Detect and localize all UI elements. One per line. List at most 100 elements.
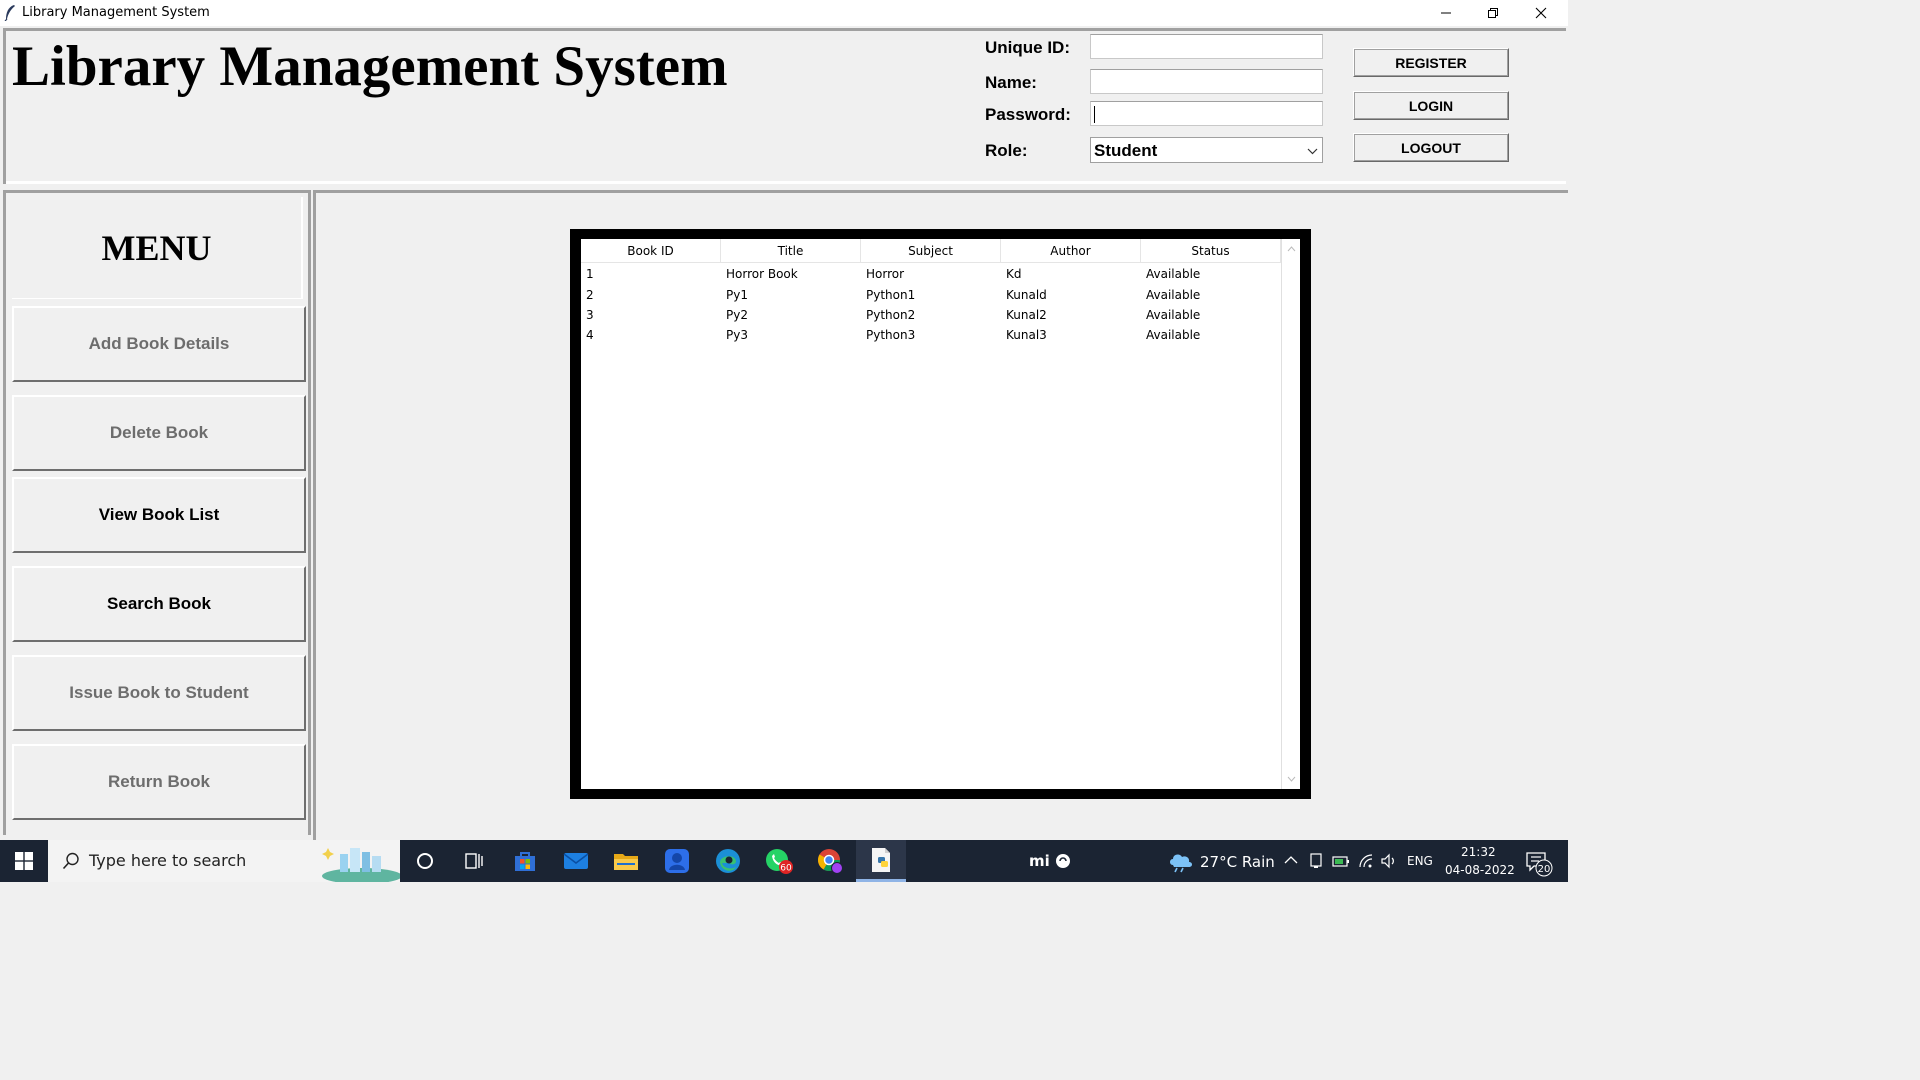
column-header-status[interactable]: Status: [1141, 239, 1281, 263]
start-button[interactable]: [0, 840, 48, 882]
notification-center-icon[interactable]: 20: [1525, 851, 1553, 877]
book-table[interactable]: Book ID Title Subject Author Status 1 Ho…: [581, 239, 1300, 789]
cell-status: Available: [1146, 328, 1201, 342]
cell-author: Kd: [1006, 267, 1022, 281]
python-app-button[interactable]: [856, 840, 906, 882]
sync-tray-icon[interactable]: [1055, 853, 1071, 869]
table-row[interactable]: 1 Horror Book Horror Kd Available: [581, 264, 1281, 284]
search-book-button[interactable]: Search Book: [12, 566, 306, 642]
weather-text[interactable]: 27°C Rain: [1200, 853, 1275, 871]
menu-panel: MENU Add Book Details Delete Book View B…: [3, 190, 311, 835]
python-document-icon: [872, 847, 890, 872]
speaker-icon[interactable]: [1380, 853, 1398, 869]
battery-icon[interactable]: [1332, 854, 1350, 868]
name-input[interactable]: [1090, 69, 1323, 94]
cell-status: Available: [1146, 288, 1201, 302]
add-book-details-button[interactable]: Add Book Details: [12, 306, 306, 382]
column-header-author[interactable]: Author: [1001, 239, 1141, 263]
notification-count: 20: [1538, 864, 1551, 875]
table-row[interactable]: 3 Py2 Python2 Kunal2 Available: [581, 305, 1281, 325]
weather-rain-icon[interactable]: [1168, 851, 1194, 873]
feather-app-icon: [4, 5, 15, 21]
role-selected-value: Student: [1094, 141, 1158, 160]
password-label: Password:: [985, 105, 1071, 124]
taskbar-search-box[interactable]: Type here to search: [48, 840, 400, 882]
menu-title: MENU: [12, 197, 303, 299]
cell-book-id: 2: [586, 288, 594, 302]
delete-book-button[interactable]: Delete Book: [12, 395, 306, 471]
role-dropdown[interactable]: Student: [1090, 137, 1323, 163]
table-row[interactable]: 4 Py3 Python3 Kunal3 Available: [581, 325, 1281, 345]
password-input[interactable]: [1090, 101, 1323, 126]
cell-status: Available: [1146, 308, 1201, 322]
language-indicator[interactable]: ENG: [1407, 854, 1433, 868]
scroll-up-icon[interactable]: [1287, 245, 1296, 252]
mail-button[interactable]: [551, 840, 601, 882]
clock-time[interactable]: 21:32: [1461, 845, 1496, 859]
wifi-icon[interactable]: [1358, 853, 1374, 869]
table-row[interactable]: 2 Py1 Python1 Kunald Available: [581, 285, 1281, 305]
chrome-icon: [818, 849, 843, 874]
cell-title: Horror Book: [726, 267, 798, 281]
restore-icon: [1488, 8, 1498, 18]
text-caret: [1094, 106, 1095, 123]
user-app-button[interactable]: [652, 840, 702, 882]
search-placeholder: Type here to search: [89, 851, 247, 870]
table-header: Book ID Title Subject Author Status: [581, 239, 1281, 263]
task-view-button[interactable]: [449, 840, 499, 882]
cortana-button[interactable]: [400, 840, 450, 882]
taskbar: Type here to search 60 mi 27°C Rain ENG …: [0, 840, 1568, 882]
cortana-circle-icon: [417, 853, 433, 869]
task-view-icon: [465, 853, 483, 869]
file-explorer-button[interactable]: [601, 840, 651, 882]
cell-title: Py3: [726, 328, 748, 342]
cell-title: Py2: [726, 308, 748, 322]
clock-date[interactable]: 04-08-2022: [1445, 863, 1515, 877]
cell-status: Available: [1146, 267, 1201, 281]
mail-icon: [563, 853, 589, 869]
microsoft-store-button[interactable]: [500, 840, 550, 882]
column-header-book-id[interactable]: Book ID: [581, 239, 721, 263]
window-title: Library Management System: [22, 5, 210, 20]
view-book-list-button[interactable]: View Book List: [12, 477, 306, 553]
cell-subject: Python1: [866, 288, 916, 302]
cell-author: Kunal3: [1006, 328, 1047, 342]
page-title: Library Management System: [12, 35, 728, 98]
column-header-subject[interactable]: Subject: [861, 239, 1001, 263]
whatsapp-unread-badge: 60: [780, 864, 792, 874]
cell-subject: Python3: [866, 328, 916, 342]
person-badge-icon: [665, 849, 689, 873]
login-button[interactable]: LOGIN: [1353, 91, 1509, 120]
cell-title: Py1: [726, 288, 748, 302]
whatsapp-button[interactable]: 60: [754, 840, 804, 882]
edge-browser-button[interactable]: [703, 840, 753, 882]
search-highlight-illustration-icon: [322, 848, 400, 882]
issue-book-button[interactable]: Issue Book to Student: [12, 655, 306, 731]
cell-author: Kunal2: [1006, 308, 1047, 322]
cell-book-id: 3: [586, 308, 594, 322]
logout-button[interactable]: LOGOUT: [1353, 133, 1509, 162]
scroll-down-icon[interactable]: [1287, 776, 1296, 783]
window-titlebar: Library Management System: [0, 0, 1568, 26]
restore-button[interactable]: [1470, 0, 1516, 26]
store-icon: [515, 852, 535, 871]
minimize-icon: [1441, 12, 1451, 14]
whatsapp-icon: 60: [766, 849, 793, 874]
edge-icon: [716, 849, 740, 873]
folder-icon: [614, 854, 638, 870]
device-tray-icon[interactable]: [1309, 853, 1323, 869]
return-book-button[interactable]: Return Book: [12, 744, 306, 820]
close-button[interactable]: [1518, 0, 1564, 26]
minimize-button[interactable]: [1423, 0, 1469, 26]
cell-book-id: 1: [586, 267, 594, 281]
chevron-up-icon[interactable]: [1284, 854, 1298, 866]
chrome-button[interactable]: [805, 840, 855, 882]
register-button[interactable]: REGISTER: [1353, 48, 1509, 77]
unique-id-input[interactable]: [1090, 34, 1323, 59]
role-label: Role:: [985, 141, 1028, 160]
table-scrollbar[interactable]: [1281, 239, 1300, 789]
mi-tray-label[interactable]: mi: [1029, 852, 1050, 870]
unique-id-label: Unique ID:: [985, 38, 1070, 57]
cell-subject: Horror: [866, 267, 905, 281]
column-header-title[interactable]: Title: [721, 239, 861, 263]
